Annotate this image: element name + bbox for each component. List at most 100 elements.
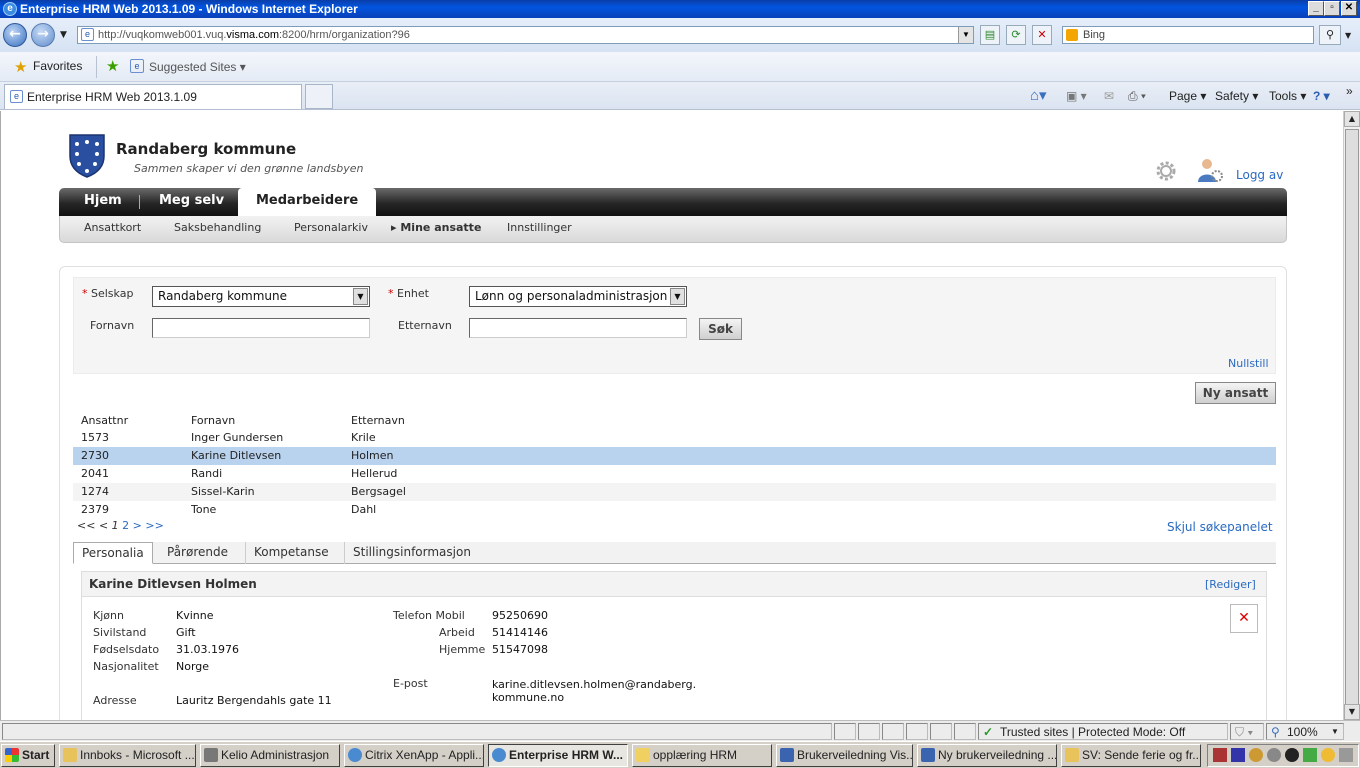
gear-icon[interactable] — [1153, 158, 1179, 184]
subnav-saksbehandling[interactable]: Saksbehandling — [174, 216, 261, 240]
subnav-personalarkiv[interactable]: Personalarkiv — [294, 216, 368, 240]
protected-mode-toggle[interactable]: ⛉ ▾ — [1230, 723, 1264, 740]
tab-parorende[interactable]: Pårørende — [159, 542, 236, 564]
nav-hjem[interactable]: Hjem — [84, 188, 122, 216]
table-row[interactable]: 1274 Sissel-Karin Bergsagel — [73, 483, 1276, 501]
tray-sync-icon[interactable] — [1267, 748, 1281, 762]
page-icon: e — [130, 59, 144, 73]
history-dropdown-icon[interactable]: ▼ — [60, 30, 67, 40]
col-etternavn[interactable]: Etternavn — [351, 413, 405, 429]
subnav-ansattkort[interactable]: Ansattkort — [84, 216, 141, 240]
favorites-button[interactable]: Favorites — [33, 59, 82, 73]
help-icon[interactable]: ? ▾ — [1313, 87, 1330, 105]
pager-page-2[interactable]: 2 — [122, 519, 129, 532]
selskap-select[interactable]: Randaberg kommune ▼ — [152, 286, 370, 307]
etternavn-input[interactable] — [469, 318, 687, 338]
tray-update-icon[interactable] — [1321, 748, 1335, 762]
compatibility-view-icon[interactable]: ▤ — [980, 25, 1000, 45]
maximize-button[interactable]: ▫ — [1324, 1, 1340, 16]
address-dropdown-icon[interactable]: ▼ — [958, 27, 973, 43]
pager-prev[interactable]: < — [99, 519, 108, 532]
new-tab-button[interactable] — [305, 84, 333, 109]
edit-link[interactable]: [Rediger] — [1205, 578, 1256, 591]
tray-network-icon[interactable] — [1303, 748, 1317, 762]
chevron-more-icon[interactable]: » — [1346, 82, 1353, 100]
subnav-innstillinger[interactable]: Innstillinger — [507, 216, 572, 240]
logout-link[interactable]: Logg av — [1236, 168, 1283, 182]
close-window-button[interactable]: ✕ — [1341, 1, 1357, 16]
minimize-button[interactable]: _ — [1308, 1, 1324, 16]
system-tray — [1207, 744, 1359, 767]
user-settings-icon[interactable] — [1196, 156, 1224, 184]
nav-meg-selv[interactable]: Meg selv — [159, 188, 224, 216]
col-fornavn[interactable]: Fornavn — [191, 413, 235, 429]
search-options-icon[interactable]: ▼ — [1345, 31, 1351, 40]
tray-app-icon[interactable] — [1231, 748, 1245, 762]
add-favorite-icon[interactable]: ★ — [106, 57, 119, 75]
stop-icon[interactable]: ✕ — [1032, 25, 1052, 45]
tray-pen-icon[interactable] — [1213, 748, 1227, 762]
fornavn-input[interactable] — [152, 318, 370, 338]
table-row[interactable]: 2379 Tone Dahl — [73, 501, 1276, 519]
scroll-thumb[interactable] — [1345, 129, 1359, 719]
home-icon[interactable]: ⌂▾ — [1030, 87, 1047, 105]
tab-stillingsinformasjon[interactable]: Stillingsinformasjon — [344, 542, 479, 564]
taskbar-item-outlook[interactable]: Innboks - Microsoft ... — [59, 744, 196, 767]
new-employee-button[interactable]: Ny ansatt — [1195, 382, 1276, 404]
print-icon[interactable]: ⎙ ▾ — [1128, 87, 1146, 105]
nav-medarbeidere[interactable]: Medarbeidere — [238, 188, 377, 218]
pager-last[interactable]: >> — [145, 519, 163, 532]
forward-button[interactable]: → — [31, 23, 55, 47]
tools-menu[interactable]: Tools ▾ — [1269, 87, 1306, 105]
start-button[interactable]: Start — [1, 744, 55, 767]
pager-page-1[interactable]: 1 — [112, 519, 119, 532]
subnav-mine-ansatte[interactable]: ▸ Mine ansatte — [391, 216, 481, 240]
check-icon: ✓ — [983, 725, 994, 739]
scroll-up-icon[interactable]: ▲ — [1344, 111, 1360, 127]
chevron-down-icon[interactable]: ▼ — [353, 288, 368, 305]
enhet-select[interactable]: Lønn og personaladministrasjon ▼ — [469, 286, 687, 307]
table-row[interactable]: 1573 Inger Gundersen Krile — [73, 429, 1276, 447]
hide-search-panel-link[interactable]: Skjul søkepanelet — [1167, 520, 1273, 534]
col-ansattnr[interactable]: Ansattnr — [81, 413, 128, 429]
tab-personalia[interactable]: Personalia — [73, 542, 153, 564]
taskbar-item-word1[interactable]: Brukerveiledning Vis... — [776, 744, 913, 767]
mail-icon[interactable]: ✉ — [1104, 87, 1114, 105]
taskbar-item-kelio[interactable]: Kelio Administrasjon — [200, 744, 340, 767]
reset-link[interactable]: Nullstill — [1228, 357, 1269, 370]
search-icon[interactable]: ⚲ — [1319, 25, 1341, 45]
taskbar-item-citrix[interactable]: Citrix XenApp - Appli... — [344, 744, 484, 767]
address-input[interactable]: e http://vuqkomweb001.vuq.visma.com:8200… — [77, 26, 974, 44]
taskbar-item-folder[interactable]: opplæring HRM — [632, 744, 772, 767]
tray-volume-icon[interactable] — [1339, 748, 1353, 762]
pager-next[interactable]: > — [133, 519, 142, 532]
vertical-scrollbar[interactable]: ▲ ▼ — [1343, 111, 1360, 720]
search-button[interactable]: Søk — [699, 318, 742, 340]
table-row-selected[interactable]: 2730 Karine Ditlevsen Holmen — [73, 447, 1276, 465]
taskbar-item-word2[interactable]: Ny brukerveiledning ... — [917, 744, 1057, 767]
table-row[interactable]: 2041 Randi Hellerud — [73, 465, 1276, 483]
zoom-control[interactable]: ⚲ 100% ▼ — [1266, 723, 1344, 740]
suggested-sites-link[interactable]: Suggested Sites ▾ — [149, 60, 246, 74]
page-menu[interactable]: Page ▾ — [1169, 87, 1206, 105]
scroll-down-icon[interactable]: ▼ — [1344, 704, 1360, 720]
browser-tab-active[interactable]: e Enterprise HRM Web 2013.1.09 — [4, 84, 302, 109]
star-icon: ★ — [14, 59, 28, 76]
search-input[interactable]: Bing — [1062, 26, 1314, 44]
refresh-icon[interactable]: ⟳ — [1006, 25, 1026, 45]
security-zone[interactable]: ✓ Trusted sites | Protected Mode: Off — [978, 723, 1228, 740]
safety-menu[interactable]: Safety ▾ — [1215, 87, 1258, 105]
tray-clock-icon[interactable] — [1249, 748, 1263, 762]
feeds-icon[interactable]: ▣ ▾ — [1066, 87, 1087, 105]
tab-kompetanse[interactable]: Kompetanse — [245, 542, 337, 564]
chevron-down-icon[interactable]: ▼ — [670, 288, 685, 305]
taskbar-item-mail[interactable]: SV: Sende ferie og fr... — [1061, 744, 1201, 767]
tray-media-icon[interactable] — [1285, 748, 1299, 762]
taskbar-item-hrm[interactable]: Enterprise HRM W... — [488, 744, 628, 767]
phone-mobile-value: 95250690 — [492, 609, 548, 622]
back-button[interactable]: ← — [3, 23, 27, 47]
start-label: Start — [22, 748, 50, 762]
pager-first[interactable]: << — [77, 519, 95, 532]
enhet-label: * Enhet — [388, 287, 429, 300]
word-icon — [921, 748, 935, 762]
